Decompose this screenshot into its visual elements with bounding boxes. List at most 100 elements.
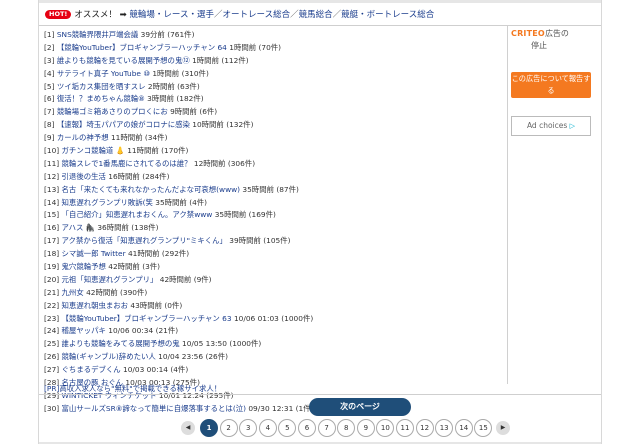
thread-title-link[interactable]: 【競輪YouTuber】ブロギャンブラーハッチャン 63 bbox=[62, 314, 232, 323]
thread-number: [5] bbox=[44, 81, 55, 91]
page-number-button[interactable]: 15 bbox=[474, 419, 493, 437]
link-kyotei[interactable]: 競艇・ボートレース総合 bbox=[341, 10, 434, 20]
thread-time: 35時間前 bbox=[214, 210, 247, 220]
thread-title-link[interactable]: 【速報】埼玉パパアの娘がコロナに感染 bbox=[57, 120, 190, 129]
thread-time: 41時間前 bbox=[127, 249, 160, 259]
thread-item: [22] 知恵遅れ朝虫まおお 43時間前 (0件) bbox=[44, 300, 506, 313]
thread-title-link[interactable]: ぐちまるデブくん bbox=[62, 365, 121, 374]
thread-title-link[interactable]: 元祖「知恵遅れグランプリ」 bbox=[62, 275, 158, 284]
thread-number: [30] bbox=[44, 403, 60, 413]
next-page-icon[interactable]: ▶ bbox=[496, 421, 510, 435]
thread-count: (1000件) bbox=[281, 313, 314, 323]
thread-item: [23] 【競輪YouTuber】ブロギャンブラーハッチャン 63 10/06 … bbox=[44, 313, 506, 326]
thread-title-link[interactable]: シマ誠一郎 Twitter bbox=[62, 249, 126, 258]
thread-number: [24] bbox=[44, 326, 60, 336]
thread-number: [7] bbox=[44, 107, 55, 117]
thread-title-link[interactable]: 鬼穴競輪予想 bbox=[62, 262, 106, 271]
thread-item: [2] 【競輪YouTuber】ブロギャンブラーハッチャン 64 1時間前 (7… bbox=[44, 42, 506, 55]
link-keiba[interactable]: 競馬総合 bbox=[299, 10, 333, 20]
thread-count: (284件) bbox=[142, 171, 170, 181]
thread-title-link[interactable]: 競輪(ギャンブル)辞めたい人 bbox=[62, 352, 156, 361]
thread-title-link[interactable]: アク禁から復活「知恵遅れグランプリ"ミキくん」 bbox=[62, 236, 227, 245]
thread-title-link[interactable]: 知恵遅れ朝虫まおお bbox=[62, 301, 129, 310]
thread-title-link[interactable]: 富山サールズSR⑧諦なって簡単に自爆落事するとは(泣) bbox=[62, 404, 246, 413]
thread-time: 39分前 bbox=[140, 30, 165, 39]
thread-item: [8] 【速報】埼玉パパアの娘がコロナに感染 10時間前 (132件) bbox=[44, 119, 506, 132]
thread-count: (105件) bbox=[263, 236, 291, 246]
thread-number: [11] bbox=[44, 158, 60, 168]
thread-item: [19] 鬼穴競輪予想 42時間前 (3件) bbox=[44, 261, 506, 274]
thread-number: [3] bbox=[44, 55, 55, 65]
link-autorace[interactable]: オートレース総合 bbox=[223, 10, 291, 20]
thread-count: (310件) bbox=[181, 68, 209, 78]
thread-title-link[interactable]: アハス 🦍 bbox=[62, 223, 95, 232]
thread-title-link[interactable]: 競輪スレで1番馬鹿にされてるのは誰？ bbox=[62, 159, 192, 168]
page-number-button[interactable]: 9 bbox=[356, 419, 375, 437]
pr-link[interactable]: [PR]高収入求人なら"無料"で掲載できる稼サイ求人！ bbox=[44, 383, 221, 394]
thread-number: [25] bbox=[44, 339, 60, 349]
thread-title-link[interactable]: 【競輪YouTuber】ブロギャンブラーハッチャン 64 bbox=[57, 43, 227, 52]
thread-time: 1時間前 bbox=[192, 55, 219, 65]
thread-title-link[interactable]: 九州女 bbox=[62, 288, 84, 297]
thread-item: [7] 競輪場ゴミ箱あさりのプロくにお 9時間前 (6件) bbox=[44, 106, 506, 119]
link-keirin[interactable]: 競輪場・レース・選手 bbox=[129, 10, 214, 20]
thread-item: [6] 復活！？まめちゃん競輪⑧ 3時間前 (182件) bbox=[44, 93, 506, 106]
thread-item: [17] アク禁から復活「知恵遅れグランプリ"ミキくん」 39時間前 (105件… bbox=[44, 235, 506, 248]
header-divider bbox=[39, 25, 601, 26]
thread-number: [21] bbox=[44, 287, 60, 297]
thread-title-link[interactable]: 知恵遅れグランプリ敗訴(笑 bbox=[62, 198, 153, 207]
page-number-button[interactable]: 10 bbox=[376, 419, 395, 437]
thread-title-link[interactable]: ツイ垢カス集団を晒すスレ bbox=[57, 82, 146, 91]
page-number-button[interactable]: 5 bbox=[278, 419, 297, 437]
page-number-button[interactable]: 14 bbox=[454, 419, 473, 437]
thread-number: [17] bbox=[44, 236, 60, 246]
thread-count: (3件) bbox=[142, 262, 161, 272]
thread-time: 1時間前 bbox=[152, 68, 180, 78]
thread-number: [27] bbox=[44, 365, 60, 375]
thread-count: (21件) bbox=[155, 326, 179, 336]
thread-title-link[interactable]: 誰よりも競輪をみてる展開予想の鬼 bbox=[62, 339, 180, 348]
prev-page-icon[interactable]: ◀ bbox=[181, 421, 195, 435]
thread-item: [9] カールの神予想 11時間前 (34件) bbox=[44, 132, 506, 145]
thread-number: [12] bbox=[44, 171, 60, 181]
recommend-header: HOT! オススメ！ ➡ 競輪場・レース・選手／オートレース総合／競馬総合／競艇・… bbox=[45, 7, 585, 23]
thread-title-link[interactable]: ガチンコ競輪道 👃 bbox=[62, 146, 125, 155]
page-number-button[interactable]: 4 bbox=[258, 419, 277, 437]
ad-choices-button[interactable]: Ad choices ▷ bbox=[511, 116, 591, 136]
thread-title-link[interactable]: 競輪場ゴミ箱あさりのプロくにお bbox=[57, 107, 168, 116]
thread-number: [26] bbox=[44, 352, 60, 362]
thread-item: [10] ガチンコ競輪道 👃 11時間前 (170件) bbox=[44, 145, 506, 158]
thread-title-link[interactable]: 誰よりも競輪を見ている展開予想の鬼⑫ bbox=[57, 56, 190, 65]
thread-title-link[interactable]: 「自己紹介」知恵遅れまおくん。アク禁www bbox=[62, 210, 213, 219]
report-ad-button[interactable]: この広告について報告する bbox=[511, 72, 591, 98]
thread-count: (26件) bbox=[205, 352, 228, 362]
page-number-button[interactable]: 1 bbox=[200, 419, 218, 437]
thread-item: [18] シマ誠一郎 Twitter 41時間前 (292件) bbox=[44, 248, 506, 261]
page-frame: HOT! オススメ！ ➡ 競輪場・レース・選手／オートレース総合／競馬総合／競艇・… bbox=[38, 0, 602, 444]
next-page-button[interactable]: 次のページ bbox=[309, 398, 411, 416]
page-number-button[interactable]: 6 bbox=[298, 419, 316, 437]
page-number-button[interactable]: 8 bbox=[337, 419, 356, 437]
thread-time: 10/06 00:34 bbox=[108, 326, 154, 336]
thread-time: 10/03 00:14 bbox=[123, 365, 168, 375]
thread-title-link[interactable]: カールの神予想 bbox=[57, 133, 109, 142]
page-number-button[interactable]: 3 bbox=[239, 419, 258, 437]
thread-item: [5] ツイ垢カス集団を晒すスレ 2時間前 (63件) bbox=[44, 81, 506, 94]
thread-number: [9] bbox=[44, 133, 55, 143]
thread-item: [24] 稽屋ヤッパキ 10/06 00:34 (21件) bbox=[44, 325, 506, 338]
page-number-button[interactable]: 7 bbox=[317, 419, 336, 437]
thread-title-link[interactable]: 名古「来たくても来れなかったんだよな可哀想(www) bbox=[62, 185, 241, 194]
thread-title-link[interactable]: SNS競輪界隈井戸端会議 bbox=[57, 30, 138, 39]
page-number-button[interactable]: 11 bbox=[396, 419, 414, 437]
thread-title-link[interactable]: 復活！？まめちゃん競輪⑧ bbox=[57, 94, 145, 103]
page-number-button[interactable]: 13 bbox=[435, 419, 454, 437]
page-number-button[interactable]: 12 bbox=[415, 419, 434, 437]
page-number-button[interactable]: 2 bbox=[219, 419, 238, 437]
thread-number: [4] bbox=[44, 68, 55, 78]
thread-title-link[interactable]: 引退後の生活 bbox=[62, 172, 106, 181]
thread-title-link[interactable]: サテライト真子 YouTube ⑩ bbox=[57, 69, 150, 78]
thread-title-link[interactable]: 稽屋ヤッパキ bbox=[62, 326, 106, 335]
thread-time: 12時間前 bbox=[193, 158, 226, 168]
ad-stop-label[interactable]: 停止 bbox=[511, 40, 597, 52]
thread-time: 10/04 23:56 bbox=[158, 352, 204, 362]
